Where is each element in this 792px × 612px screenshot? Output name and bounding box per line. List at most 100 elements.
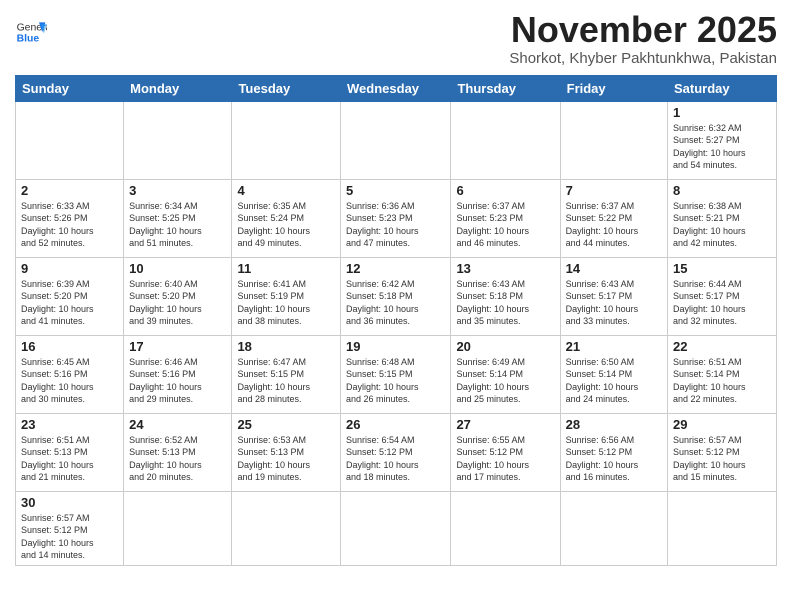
day-number: 11: [237, 261, 335, 276]
page: General Blue November 2025 Shorkot, Khyb…: [0, 0, 792, 576]
day-number: 1: [673, 105, 771, 120]
day-number: 27: [456, 417, 554, 432]
day-number: 18: [237, 339, 335, 354]
calendar-day-cell: 15Sunrise: 6:44 AM Sunset: 5:17 PM Dayli…: [668, 257, 777, 335]
calendar-day-cell: 11 Sunrise: 6:41 AM Sunset: 5:19 PM Dayli…: [232, 257, 341, 335]
day-number: 30: [21, 495, 118, 510]
day-of-week-header: Monday: [124, 75, 232, 101]
month-title: November 2025: [509, 10, 777, 50]
day-info: Sunrise: 6:47 AM Sunset: 5:15 PM Dayligh…: [237, 356, 335, 406]
calendar-week-row: 2 Sunrise: 6:33 AM Sunset: 5:26 PM Daylig…: [16, 179, 777, 257]
day-number: 21: [566, 339, 662, 354]
calendar-day-cell: [451, 491, 560, 565]
day-number: 23: [21, 417, 118, 432]
calendar-day-cell: 27 Sunrise: 6:55 AM Sunset: 5:12 PM Dayli…: [451, 413, 560, 491]
day-number: 2: [21, 183, 118, 198]
logo: General Blue: [15, 16, 47, 48]
day-number: 4: [237, 183, 335, 198]
day-info: Sunrise: 6:48 AM Sunset: 5:15 PM Dayligh…: [346, 356, 445, 406]
calendar-header-row: SundayMondayTuesdayWednesdayThursdayFrid…: [16, 75, 777, 101]
calendar-day-cell: 14Sunrise: 6:43 AM Sunset: 5:17 PM Dayli…: [560, 257, 667, 335]
day-info: Sunrise: 6:56 AM Sunset: 5:12 PM Dayligh…: [566, 434, 662, 484]
calendar-table: SundayMondayTuesdayWednesdayThursdayFrid…: [15, 75, 777, 566]
day-number: 15: [673, 261, 771, 276]
calendar-day-cell: 26 Sunrise: 6:54 AM Sunset: 5:12 PM Dayli…: [341, 413, 451, 491]
day-info: Sunrise: 6:42 AM Sunset: 5:18 PM Dayligh…: [346, 278, 445, 328]
day-info: Sunrise: 6:34 AM Sunset: 5:25 PM Dayligh…: [129, 200, 226, 250]
day-number: 3: [129, 183, 226, 198]
calendar-day-cell: [232, 491, 341, 565]
calendar-day-cell: [16, 101, 124, 179]
day-of-week-header: Thursday: [451, 75, 560, 101]
day-info: Sunrise: 6:55 AM Sunset: 5:12 PM Dayligh…: [456, 434, 554, 484]
day-of-week-header: Sunday: [16, 75, 124, 101]
day-number: 7: [566, 183, 662, 198]
day-info: Sunrise: 6:36 AM Sunset: 5:23 PM Dayligh…: [346, 200, 445, 250]
day-info: Sunrise: 6:53 AM Sunset: 5:13 PM Dayligh…: [237, 434, 335, 484]
day-of-week-header: Wednesday: [341, 75, 451, 101]
title-area: November 2025 Shorkot, Khyber Pakhtunkhw…: [509, 10, 777, 67]
calendar-week-row: 23 Sunrise: 6:51 AM Sunset: 5:13 PM Dayli…: [16, 413, 777, 491]
calendar-day-cell: 22 Sunrise: 6:51 AM Sunset: 5:14 PM Dayli…: [668, 335, 777, 413]
day-info: Sunrise: 6:37 AM Sunset: 5:23 PM Dayligh…: [456, 200, 554, 250]
day-info: Sunrise: 6:54 AM Sunset: 5:12 PM Dayligh…: [346, 434, 445, 484]
day-number: 19: [346, 339, 445, 354]
calendar-day-cell: [560, 101, 667, 179]
day-number: 13: [456, 261, 554, 276]
day-info: Sunrise: 6:32 AM Sunset: 5:27 PM Dayligh…: [673, 122, 771, 172]
day-info: Sunrise: 6:46 AM Sunset: 5:16 PM Dayligh…: [129, 356, 226, 406]
calendar-day-cell: 24Sunrise: 6:52 AM Sunset: 5:13 PM Dayli…: [124, 413, 232, 491]
calendar-day-cell: 29Sunrise: 6:57 AM Sunset: 5:12 PM Dayli…: [668, 413, 777, 491]
day-number: 10: [129, 261, 226, 276]
calendar-day-cell: 5 Sunrise: 6:36 AM Sunset: 5:23 PM Daylig…: [341, 179, 451, 257]
calendar-day-cell: 13 Sunrise: 6:43 AM Sunset: 5:18 PM Dayli…: [451, 257, 560, 335]
day-info: Sunrise: 6:43 AM Sunset: 5:18 PM Dayligh…: [456, 278, 554, 328]
calendar-day-cell: 17Sunrise: 6:46 AM Sunset: 5:16 PM Dayli…: [124, 335, 232, 413]
day-info: Sunrise: 6:35 AM Sunset: 5:24 PM Dayligh…: [237, 200, 335, 250]
calendar-day-cell: 20 Sunrise: 6:49 AM Sunset: 5:14 PM Dayli…: [451, 335, 560, 413]
calendar-day-cell: 18 Sunrise: 6:47 AM Sunset: 5:15 PM Dayli…: [232, 335, 341, 413]
calendar-day-cell: 3 Sunrise: 6:34 AM Sunset: 5:25 PM Daylig…: [124, 179, 232, 257]
day-number: 16: [21, 339, 118, 354]
day-number: 28: [566, 417, 662, 432]
calendar-day-cell: 12 Sunrise: 6:42 AM Sunset: 5:18 PM Dayli…: [341, 257, 451, 335]
day-info: Sunrise: 6:49 AM Sunset: 5:14 PM Dayligh…: [456, 356, 554, 406]
calendar-week-row: 30Sunrise: 6:57 AM Sunset: 5:12 PM Dayli…: [16, 491, 777, 565]
calendar-day-cell: 16Sunrise: 6:45 AM Sunset: 5:16 PM Dayli…: [16, 335, 124, 413]
calendar-day-cell: [668, 491, 777, 565]
day-info: Sunrise: 6:43 AM Sunset: 5:17 PM Dayligh…: [566, 278, 662, 328]
svg-text:Blue: Blue: [17, 34, 40, 45]
calendar-day-cell: 8 Sunrise: 6:38 AM Sunset: 5:21 PM Daylig…: [668, 179, 777, 257]
calendar-day-cell: 4 Sunrise: 6:35 AM Sunset: 5:24 PM Daylig…: [232, 179, 341, 257]
calendar-day-cell: [124, 491, 232, 565]
day-info: Sunrise: 6:51 AM Sunset: 5:13 PM Dayligh…: [21, 434, 118, 484]
day-of-week-header: Tuesday: [232, 75, 341, 101]
calendar-day-cell: 25 Sunrise: 6:53 AM Sunset: 5:13 PM Dayli…: [232, 413, 341, 491]
day-number: 9: [21, 261, 118, 276]
calendar-day-cell: 23 Sunrise: 6:51 AM Sunset: 5:13 PM Dayli…: [16, 413, 124, 491]
calendar-day-cell: 1 Sunrise: 6:32 AM Sunset: 5:27 PM Daylig…: [668, 101, 777, 179]
day-number: 8: [673, 183, 771, 198]
day-number: 5: [346, 183, 445, 198]
day-number: 20: [456, 339, 554, 354]
day-info: Sunrise: 6:33 AM Sunset: 5:26 PM Dayligh…: [21, 200, 118, 250]
day-number: 25: [237, 417, 335, 432]
day-number: 6: [456, 183, 554, 198]
day-info: Sunrise: 6:50 AM Sunset: 5:14 PM Dayligh…: [566, 356, 662, 406]
day-info: Sunrise: 6:39 AM Sunset: 5:20 PM Dayligh…: [21, 278, 118, 328]
location-subtitle: Shorkot, Khyber Pakhtunkhwa, Pakistan: [509, 50, 777, 67]
day-info: Sunrise: 6:52 AM Sunset: 5:13 PM Dayligh…: [129, 434, 226, 484]
day-info: Sunrise: 6:37 AM Sunset: 5:22 PM Dayligh…: [566, 200, 662, 250]
day-number: 22: [673, 339, 771, 354]
day-number: 12: [346, 261, 445, 276]
day-number: 26: [346, 417, 445, 432]
day-info: Sunrise: 6:57 AM Sunset: 5:12 PM Dayligh…: [673, 434, 771, 484]
calendar-day-cell: 9 Sunrise: 6:39 AM Sunset: 5:20 PM Daylig…: [16, 257, 124, 335]
calendar-day-cell: 10Sunrise: 6:40 AM Sunset: 5:20 PM Dayli…: [124, 257, 232, 335]
calendar-week-row: 9 Sunrise: 6:39 AM Sunset: 5:20 PM Daylig…: [16, 257, 777, 335]
calendar-day-cell: 2 Sunrise: 6:33 AM Sunset: 5:26 PM Daylig…: [16, 179, 124, 257]
day-info: Sunrise: 6:38 AM Sunset: 5:21 PM Dayligh…: [673, 200, 771, 250]
day-info: Sunrise: 6:41 AM Sunset: 5:19 PM Dayligh…: [237, 278, 335, 328]
day-info: Sunrise: 6:51 AM Sunset: 5:14 PM Dayligh…: [673, 356, 771, 406]
day-of-week-header: Friday: [560, 75, 667, 101]
